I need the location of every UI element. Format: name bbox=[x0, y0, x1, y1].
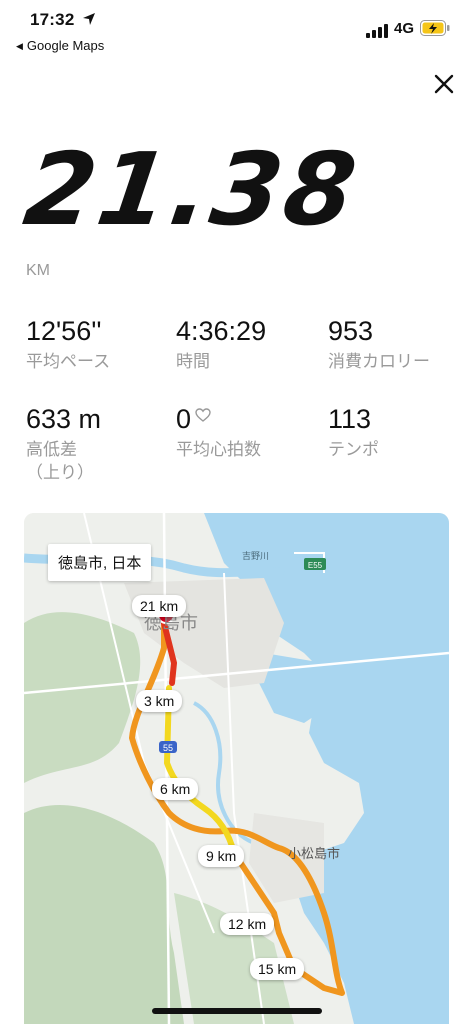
km-marker-12: 12 km bbox=[220, 913, 275, 935]
back-to-app-link[interactable]: ◀ Google Maps bbox=[16, 38, 104, 53]
distance-unit: KM bbox=[26, 262, 50, 279]
heart-outline-icon bbox=[195, 408, 211, 422]
heart-rate-label: 平均心拍数 bbox=[176, 440, 261, 459]
stat-heart-rate: 0 平均心拍数 bbox=[176, 406, 261, 462]
map-location-label: 徳島市, 日本 bbox=[48, 544, 152, 581]
map-canvas[interactable]: 55 E55 bbox=[24, 513, 449, 1024]
elevation-label: 高低差 （上り） bbox=[26, 440, 94, 482]
km-marker-21: 21 km bbox=[132, 595, 187, 617]
status-time: 17:32 bbox=[30, 10, 75, 29]
heart-rate-value: 0 bbox=[176, 404, 192, 434]
calories-label: 消費カロリー bbox=[328, 352, 430, 371]
svg-text:55: 55 bbox=[163, 743, 173, 753]
home-indicator[interactable] bbox=[152, 1008, 322, 1014]
map-label-river: 吉野川 bbox=[242, 551, 270, 561]
km-marker-9: 9 km bbox=[198, 845, 245, 867]
stat-pace: 12'56'' 平均ペース bbox=[26, 318, 110, 374]
cadence-value: 113 bbox=[328, 404, 372, 434]
pace-label: 平均ペース bbox=[26, 352, 111, 371]
back-triangle-icon: ◀ bbox=[16, 41, 23, 51]
stat-duration: 4:36:29 時間 bbox=[176, 318, 266, 374]
map-label-komatsushima: 小松島市 bbox=[288, 846, 341, 861]
km-marker-15: 15 km bbox=[250, 958, 305, 980]
cellular-signal-icon bbox=[366, 24, 388, 38]
highway-e55-shield: E55 bbox=[304, 558, 326, 570]
svg-text:E55: E55 bbox=[308, 561, 323, 570]
cadence-label: テンポ bbox=[328, 440, 379, 459]
location-arrow-icon bbox=[83, 13, 95, 25]
km-marker-3: 3 km bbox=[136, 690, 183, 712]
stat-calories: 953 消費カロリー bbox=[328, 318, 430, 374]
back-app-label: Google Maps bbox=[26, 38, 105, 53]
elevation-value: 633 m bbox=[26, 404, 102, 434]
duration-value: 4:36:29 bbox=[176, 316, 267, 346]
stat-cadence: 113 テンポ bbox=[328, 406, 379, 462]
battery-charging-icon bbox=[420, 20, 450, 36]
stat-elevation: 633 m 高低差 （上り） bbox=[26, 406, 101, 485]
distance-value: 21.38 bbox=[17, 131, 366, 248]
route-map[interactable]: 55 E55 徳島市, 日本 徳島市 吉野川 小松島市 21 km 3 km 6… bbox=[24, 513, 449, 1024]
km-marker-6: 6 km bbox=[152, 778, 199, 800]
network-type: 4G bbox=[394, 20, 415, 37]
close-icon[interactable] bbox=[432, 72, 456, 96]
calories-value: 953 bbox=[328, 316, 374, 346]
duration-label: 時間 bbox=[176, 352, 210, 371]
route-55-shield: 55 bbox=[159, 741, 177, 753]
pace-value: 12'56'' bbox=[26, 316, 102, 346]
status-bar: 17:32 ◀ Google Maps 4G bbox=[0, 0, 473, 60]
